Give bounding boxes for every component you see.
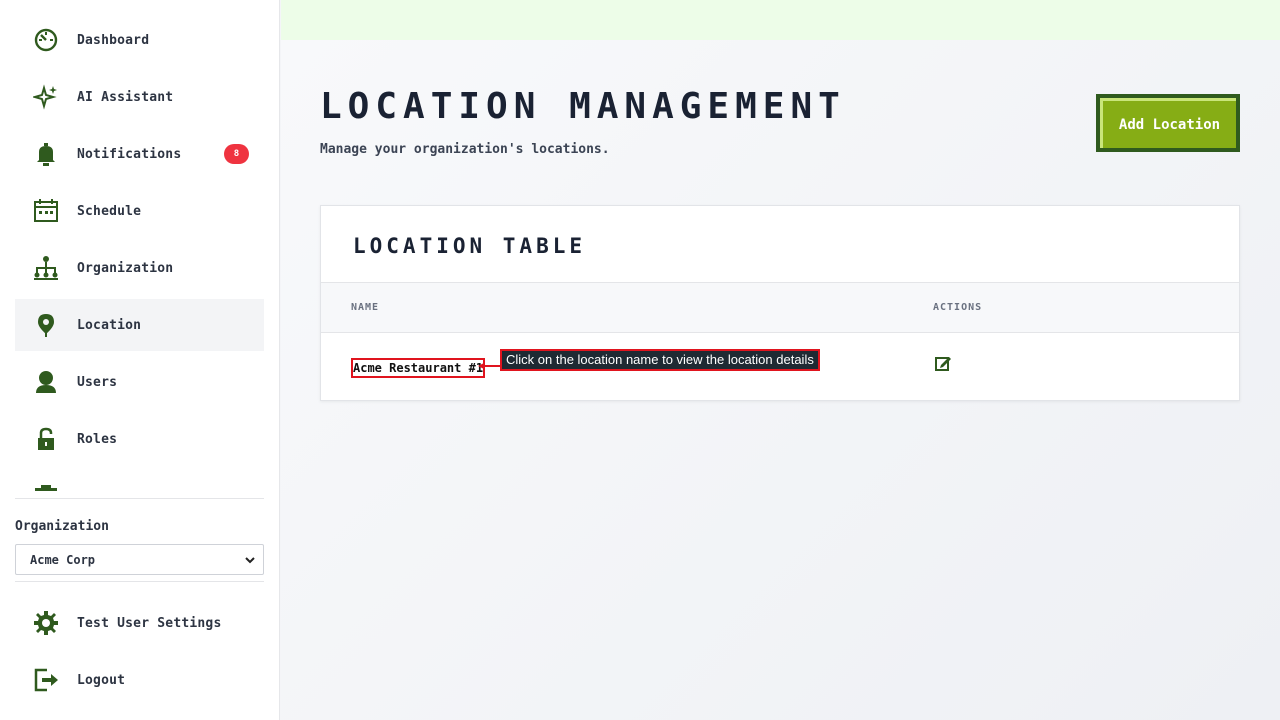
sidebar-divider [15,498,264,499]
logout-link[interactable]: Logout [15,654,264,706]
sidebar-item-users[interactable]: Users [15,356,264,408]
table-title: LOCATION TABLE [353,234,587,258]
sidebar-nav: Dashboard AI Assistant Notifications 8 S… [15,14,264,492]
sidebar-item-ai-assistant[interactable]: AI Assistant [15,71,264,123]
logout-label: Logout [77,672,126,688]
bell-icon [33,141,59,167]
sidebar-item-location[interactable]: Location [15,299,264,351]
sidebar-item-label: Organization [77,260,174,276]
notification-count-badge: 8 [224,144,249,164]
callout-arrow-icon [478,363,502,369]
sidebar-divider [15,581,264,582]
column-header-actions: ACTIONS [933,302,983,313]
page-subtitle: Manage your organization's locations. [320,142,610,157]
annotation-callout: Click on the location name to view the l… [500,349,820,371]
organization-select[interactable]: Acme Corp [15,544,264,575]
table-header: NAME ACTIONS [321,282,1239,333]
organization-label: Organization [15,519,109,534]
location-table-card: LOCATION TABLE NAME ACTIONS Acme Restaur… [320,205,1240,401]
chevron-down-icon [243,553,257,567]
location-pin-icon [33,312,59,338]
page-title: LOCATION MANAGEMENT [320,86,846,127]
sidebar-item-label: AI Assistant [77,89,174,105]
sidebar-item-label: Notifications [77,146,182,162]
gear-icon [33,610,59,636]
sidebar-item-label: Roles [77,431,118,447]
org-chart-icon [33,255,59,281]
sparkle-icon [33,84,59,110]
sidebar-item-schedule[interactable]: Schedule [15,185,264,237]
user-icon [33,369,59,395]
sidebar-item-label: Location [77,317,142,333]
logout-icon [33,667,59,693]
sidebar-item-organization[interactable]: Organization [15,242,264,294]
lock-icon [33,426,59,452]
add-location-button-label: Add Location [1100,98,1236,148]
sidebar: Dashboard AI Assistant Notifications 8 S… [0,0,280,720]
calendar-icon [33,198,59,224]
sidebar-item-label: Users [77,374,118,390]
organization-selected-value: Acme Corp [30,552,96,567]
sidebar-item-dashboard[interactable]: Dashboard [15,14,264,66]
test-user-settings-link[interactable]: Test User Settings [15,597,264,649]
sidebar-item-partial[interactable] [15,470,264,492]
dashboard-icon [33,27,59,53]
column-header-name: NAME [351,302,380,313]
sidebar-item-label: Schedule [77,203,142,219]
sidebar-item-roles[interactable]: Roles [15,413,264,465]
location-name-link[interactable]: Acme Restaurant #1 [351,358,486,378]
settings-label: Test User Settings [77,615,222,631]
add-location-button[interactable]: Add Location [1096,94,1240,152]
edit-icon[interactable] [934,354,952,372]
sidebar-item-label: Dashboard [77,32,150,48]
briefcase-icon [33,483,59,492]
top-bar [281,0,1280,40]
sidebar-item-notifications[interactable]: Notifications 8 [15,128,264,180]
